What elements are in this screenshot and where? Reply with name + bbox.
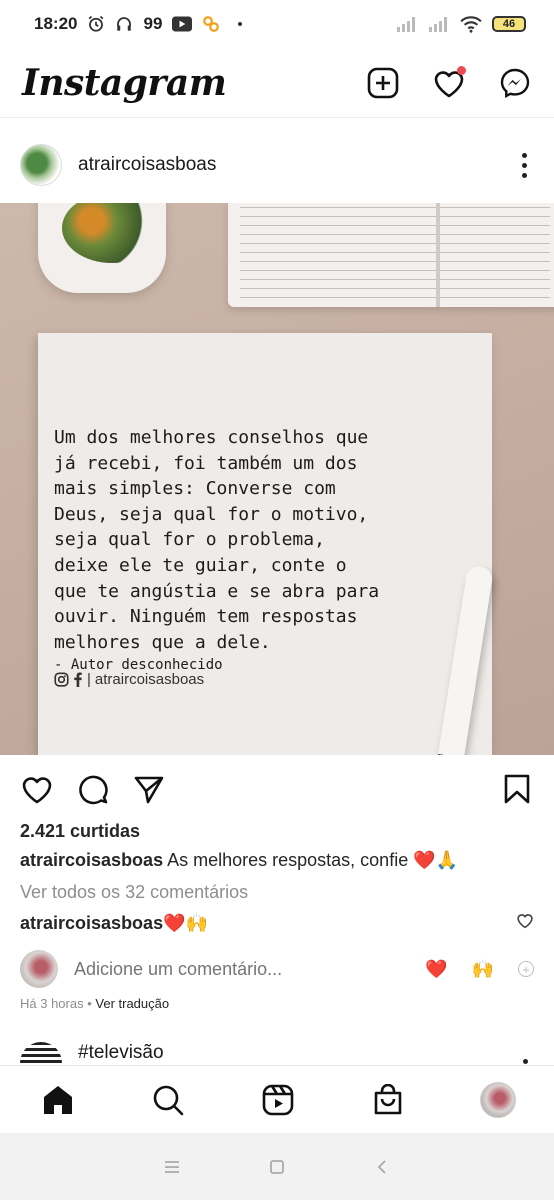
post-options-button[interactable]: [514, 152, 534, 178]
quick-emoji-heart[interactable]: ❤️: [425, 959, 447, 980]
book-spine: [436, 203, 440, 307]
view-all-comments-link[interactable]: Ver todos os 32 comentários: [20, 882, 248, 903]
heart-small-icon: [517, 914, 533, 929]
comment-username[interactable]: atraircoisasboas: [20, 913, 163, 934]
signal-icon: [396, 16, 418, 32]
shopping-bag-icon: [374, 1083, 402, 1114]
nav-shop[interactable]: [368, 1080, 408, 1120]
app-notification-icon: [202, 15, 220, 33]
post-timestamp: Há 3 horas: [20, 996, 84, 1011]
separator-bar: |: [87, 671, 91, 688]
activity-button[interactable]: [432, 65, 466, 100]
headphones-icon: [115, 15, 133, 33]
more-dot: [521, 172, 527, 178]
likes-count[interactable]: 2.421 curtidas: [20, 821, 140, 842]
quote-paper: Um dos melhores conselhos que já recebi,…: [38, 333, 492, 755]
status-time: 18:20: [34, 14, 78, 33]
quick-emoji-raised-hands[interactable]: 🙌: [472, 959, 494, 980]
app-header: Instagram: [0, 48, 554, 118]
reels-icon: [262, 1084, 294, 1115]
square-icon: [270, 1159, 284, 1174]
quote-text: Um dos melhores conselhos que já recebi,…: [54, 427, 380, 653]
image-handle-row: | atraircoisasboas: [54, 671, 204, 688]
back-chevron-icon: [377, 1159, 386, 1174]
new-post-button[interactable]: [366, 66, 400, 100]
profile-avatar: [480, 1081, 516, 1118]
back-system-button[interactable]: [367, 1152, 397, 1182]
more-notifications-dot: [238, 22, 243, 26]
battery-icon: 46: [492, 16, 526, 32]
caption-username[interactable]: atraircoisasboas: [20, 850, 163, 870]
post-action-bar: [0, 767, 554, 811]
comment-text: ❤️🙌: [163, 912, 208, 933]
post-caption: atraircoisasboas As melhores respostas, …: [20, 850, 458, 871]
nav-reels[interactable]: [258, 1080, 298, 1120]
messenger-button[interactable]: [498, 66, 532, 100]
plant-pot: [38, 203, 166, 293]
comment-input[interactable]: [74, 958, 334, 980]
comment-row: atraircoisasboas ❤️🙌: [20, 912, 534, 934]
post-username[interactable]: atraircoisasboas: [78, 154, 216, 176]
alarm-icon: [87, 15, 105, 33]
like-button[interactable]: [20, 772, 54, 806]
post-timestamp-row: Há 3 horas • Ver tradução: [20, 996, 169, 1011]
send-icon: [134, 776, 164, 804]
post-image[interactable]: Um dos melhores conselhos que já recebi,…: [0, 203, 554, 755]
instagram-logo[interactable]: Instagram: [22, 62, 227, 104]
see-translation-link[interactable]: Ver tradução: [95, 996, 169, 1011]
more-dot: [521, 162, 527, 168]
heart-icon: [22, 777, 52, 804]
nav-search[interactable]: [148, 1080, 188, 1120]
save-button[interactable]: [500, 772, 534, 806]
current-user-avatar: [20, 950, 58, 988]
recent-apps-button[interactable]: [157, 1152, 187, 1182]
add-comment-row: ❤️ 🙌 +: [20, 948, 534, 990]
next-post-options-button[interactable]: [523, 1059, 528, 1064]
wifi-icon: [460, 15, 482, 33]
post-header: atraircoisasboas: [0, 140, 554, 190]
plus-square-icon: [367, 67, 399, 98]
bottom-navigation: [0, 1065, 554, 1133]
quick-emoji-bar: ❤️ 🙌 +: [425, 959, 534, 980]
instagram-small-icon: [54, 672, 69, 687]
next-post-header: #televisão: [20, 1042, 534, 1064]
comment-like-button[interactable]: [516, 912, 534, 934]
signal-icon-2: [428, 16, 450, 32]
facebook-small-icon: [74, 672, 82, 687]
youtube-icon: [172, 16, 193, 32]
notification-count: 99: [143, 14, 163, 33]
home-system-button[interactable]: [262, 1152, 292, 1182]
more-dot: [521, 152, 527, 158]
menu-icon: [165, 1160, 180, 1173]
system-navigation-bar: [0, 1133, 554, 1200]
add-emoji-icon[interactable]: +: [518, 961, 534, 977]
nav-home[interactable]: [38, 1080, 78, 1120]
search-icon: [153, 1085, 184, 1115]
nav-profile[interactable]: [478, 1080, 518, 1120]
image-handle: atraircoisasboas: [94, 671, 205, 688]
status-bar: 18:20 99 46: [0, 0, 554, 48]
post-author-avatar[interactable]: [20, 144, 62, 186]
home-icon: [44, 1085, 72, 1114]
succulent-plant: [62, 203, 162, 263]
book-text-lines: [240, 207, 550, 299]
messenger-icon: [500, 68, 530, 98]
next-post-username[interactable]: #televisão: [78, 1042, 164, 1064]
comment-button[interactable]: [76, 772, 110, 806]
share-button[interactable]: [132, 772, 166, 806]
caption-text: As melhores respostas, confie ❤️🙏: [167, 850, 459, 870]
bookmark-icon: [504, 774, 530, 804]
notification-dot: [457, 65, 466, 75]
comment-icon: [79, 775, 108, 805]
next-post-avatar[interactable]: [20, 1042, 62, 1064]
